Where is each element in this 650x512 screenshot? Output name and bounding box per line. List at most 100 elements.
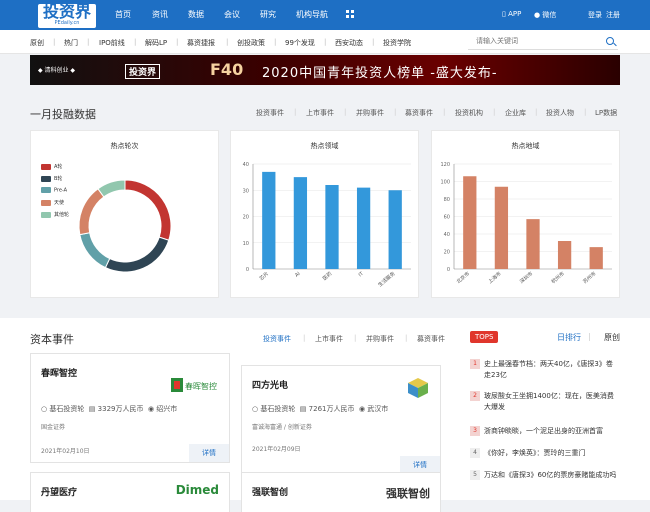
- y-tick-label: 0: [447, 267, 450, 273]
- tab-daily-rank[interactable]: 日排行: [557, 332, 581, 343]
- tab-separator: |: [405, 334, 408, 342]
- deal-info: ○ 基石投资轮 ▤ 3329万人民币 ◉ 绍兴市: [41, 404, 177, 414]
- bar-chart: 0 20 40 60 80 100 120 北京市 上海市 深圳市 杭州市 苏州市: [440, 162, 612, 285]
- bar: [557, 241, 572, 269]
- banner-brand-logo: 投资界: [125, 64, 161, 79]
- tab-investment-institutions[interactable]: 投资机构: [455, 108, 483, 118]
- company-logo: Dimed: [175, 483, 219, 497]
- tab-separator: |: [588, 332, 591, 341]
- location-icon: ◉: [358, 405, 366, 413]
- event-card[interactable]: 春晖智控 春晖智控 ○ 基石投资轮 ▤ 3329万人民币 ◉ 绍兴市 国金证券 …: [30, 353, 230, 463]
- tab-capital-fundraising[interactable]: 募资事件: [417, 334, 445, 344]
- y-tick-label: 30: [243, 188, 249, 194]
- rank-item[interactable]: 2 玻尿酸女王坐拥1400亿：现在，医美消费大爆发: [470, 391, 620, 413]
- tab-separator: |: [294, 108, 297, 116]
- rank-number: 3: [470, 426, 480, 436]
- company-name: 春晖智控: [41, 369, 78, 379]
- register-link[interactable]: 注册: [606, 10, 620, 20]
- event-card[interactable]: 四方光电 ○ 基石投资轮 ▤ 7261万人民币 ◉ 武汉市 富诚海富通 / 创新…: [241, 365, 441, 475]
- subnav-separator: |: [226, 38, 229, 46]
- login-link[interactable]: 登录: [588, 10, 602, 20]
- deal-amount: 7261万人民币: [308, 405, 355, 413]
- subnav-xian[interactable]: 西安动态: [335, 38, 363, 48]
- subnav-99[interactable]: 99个发现: [285, 38, 315, 48]
- tab-fundraising-events[interactable]: 募资事件: [405, 108, 433, 118]
- tab-separator: |: [354, 334, 357, 342]
- round-icon: ○: [41, 405, 48, 413]
- rank-number: 2: [470, 391, 480, 401]
- tab-separator: |: [584, 108, 587, 116]
- tab-separator: |: [535, 108, 538, 116]
- grid-menu-icon[interactable]: [346, 10, 354, 18]
- rank-item[interactable]: 1 史上最强春节档：两天40亿，《唐探3》卷走23亿: [470, 359, 620, 381]
- bar: [494, 186, 509, 269]
- rank-title: 史上最强春节档：两天40亿，《唐探3》卷走23亿: [484, 360, 613, 379]
- app-link[interactable]: ▯ APP: [502, 10, 521, 18]
- tab-capital-listing[interactable]: 上市事件: [315, 334, 343, 344]
- wechat-link[interactable]: ● 微信: [534, 10, 556, 20]
- logo-text: 投资界: [42, 2, 91, 21]
- detail-button[interactable]: 详情: [189, 444, 229, 462]
- rank-item[interactable]: 3 浙商钟睒睒，一个泥足出身的亚洲首富: [470, 426, 620, 437]
- tab-capital-investment[interactable]: 投资事件: [263, 334, 291, 344]
- tab-capital-ma[interactable]: 并购事件: [366, 334, 394, 344]
- subnav-academy[interactable]: 投资学院: [383, 38, 411, 48]
- tab-ma-events[interactable]: 并购事件: [356, 108, 384, 118]
- deal-date: 2021年02月09日: [252, 446, 301, 453]
- x-tick-label: 医药: [321, 270, 333, 282]
- nav-conference[interactable]: 会议: [224, 9, 240, 20]
- nav-news[interactable]: 资讯: [152, 9, 168, 20]
- chart-panel-fields: 热点领域 0 10 20 30 40 芯片 AI 医药 IT 生活服务: [230, 130, 419, 298]
- rank-item[interactable]: 4 《你好，李焕英》：贾玲的三重门: [470, 448, 620, 459]
- bar: [325, 185, 339, 269]
- nav-research[interactable]: 研究: [260, 9, 276, 20]
- company-logo: 强联智创: [386, 487, 430, 500]
- tab-original-rank[interactable]: 原创: [604, 332, 620, 343]
- tab-company-db[interactable]: 企业库: [505, 108, 526, 118]
- subnav-hot[interactable]: 热门: [64, 38, 78, 48]
- donut-chart: [78, 179, 172, 273]
- rank-number: 5: [470, 470, 480, 480]
- event-card[interactable]: 强联智创 强联智创: [241, 472, 441, 512]
- investors: 国金证券: [41, 424, 66, 431]
- amount-icon: ▤: [299, 405, 307, 413]
- y-tick-label: 0: [246, 267, 249, 273]
- x-tick-label: 深圳市: [518, 270, 534, 285]
- capital-events-title: 资本事件: [30, 333, 74, 346]
- rank-item[interactable]: 5 万达和《唐探3》60亿的票房豪赌能成功吗: [470, 470, 620, 481]
- subnav-fundraising[interactable]: 募资捷报: [187, 38, 215, 48]
- tab-investors[interactable]: 投资人物: [546, 108, 574, 118]
- subnav-separator: |: [372, 38, 375, 46]
- sub-nav-bar: 原创 | 热门 | IPO前线 | 解码LP | 募资捷报 | 创投政策 | 9…: [0, 30, 650, 54]
- y-tick-label: 20: [243, 215, 249, 221]
- x-tick-label: AI: [294, 271, 302, 279]
- tab-listing-events[interactable]: 上市事件: [306, 108, 334, 118]
- event-card[interactable]: 丹望医疗 Dimed: [30, 472, 230, 512]
- tab-lp-data[interactable]: LP数据: [595, 108, 617, 118]
- nav-home[interactable]: 首页: [115, 9, 131, 20]
- y-tick-label: 80: [444, 197, 450, 203]
- bar: [463, 176, 477, 269]
- search-icon[interactable]: [606, 37, 614, 45]
- tab-separator: |: [493, 108, 496, 116]
- phone-icon: ▯: [502, 10, 506, 18]
- promo-banner[interactable]: ◆ 清科创业 ◆ 投资界 F40 2020中国青年投资人榜单 -盛大发布-: [30, 55, 620, 85]
- x-tick-label: 杭州市: [550, 270, 566, 285]
- subnav-original[interactable]: 原创: [30, 38, 44, 48]
- subnav-policy[interactable]: 创投政策: [237, 38, 265, 48]
- y-tick-label: 10: [243, 241, 249, 247]
- bar-chart: 0 10 20 30 40 芯片 AI 医药 IT 生活服务: [243, 162, 411, 288]
- x-tick-label: 北京市: [455, 270, 471, 285]
- y-tick-label: 120: [440, 162, 450, 168]
- tab-investment-events[interactable]: 投资事件: [256, 108, 284, 118]
- subnav-ipo[interactable]: IPO前线: [99, 38, 125, 48]
- site-logo[interactable]: 投资界 PEdaily.cn: [38, 4, 96, 28]
- rank-title: 玻尿酸女王坐拥1400亿：现在，医美消费大爆发: [484, 392, 614, 411]
- subnav-lp[interactable]: 解码LP: [145, 38, 167, 48]
- nav-data[interactable]: 数据: [188, 9, 204, 20]
- top-nav-bar: 投资界 PEdaily.cn 首页 资讯 数据 会议 研究 机构导航 ▯ APP…: [0, 0, 650, 30]
- nav-institutions[interactable]: 机构导航: [296, 9, 328, 20]
- search-input[interactable]: [476, 37, 606, 45]
- wechat-label: 微信: [542, 11, 557, 19]
- bar: [262, 171, 276, 269]
